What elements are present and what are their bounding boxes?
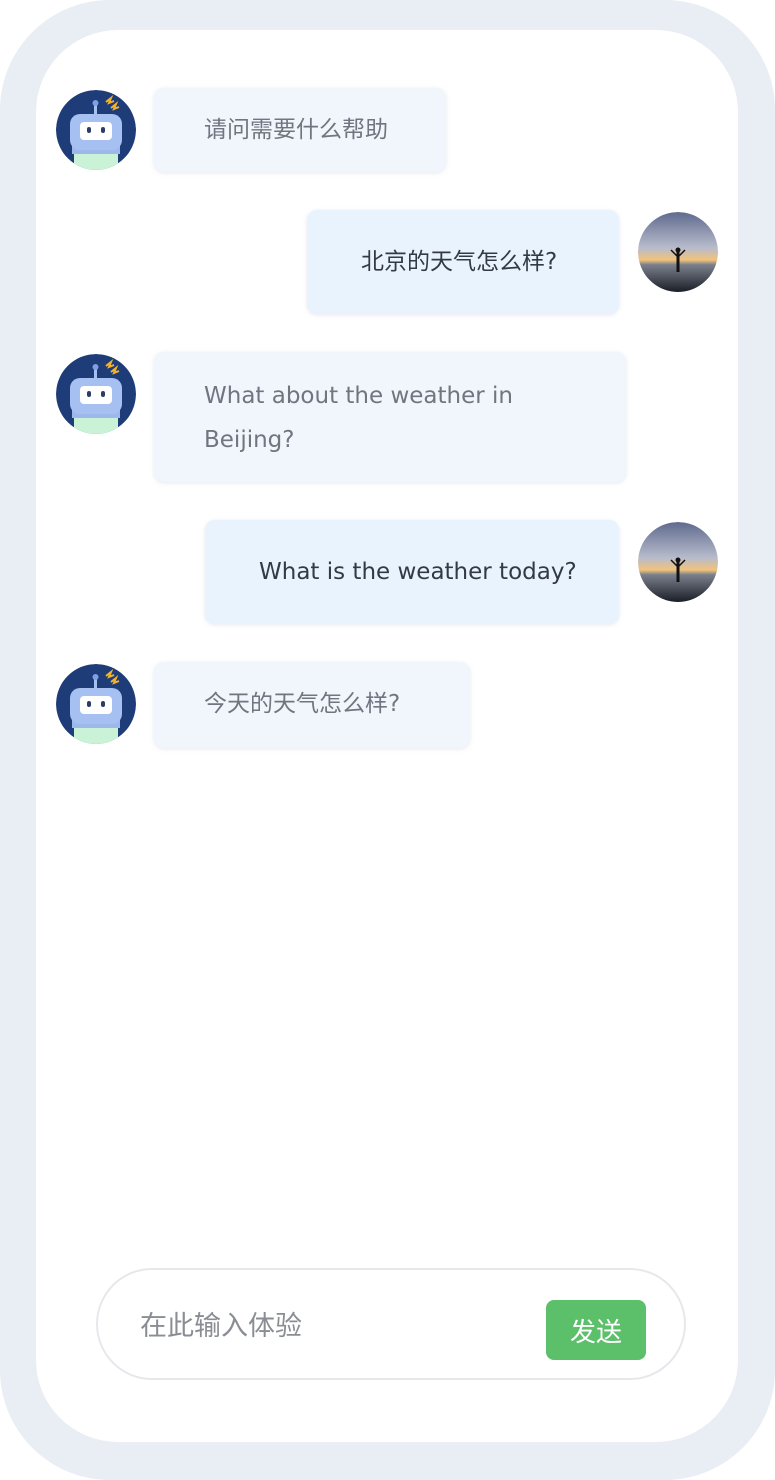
- send-button[interactable]: 发送: [546, 1300, 646, 1360]
- user-avatar: [638, 212, 718, 292]
- bot-bubble: 请问需要什么帮助: [154, 88, 446, 172]
- user-photo-avatar: [638, 212, 718, 292]
- user-avatar: [638, 522, 718, 602]
- message-text: 北京的天气怎么样?: [361, 249, 558, 275]
- phone-frame: 请问需要什么帮助 北京的天气怎么样? What about the weathe…: [0, 0, 775, 1480]
- message-text: What is the weather today?: [259, 559, 577, 585]
- robot-avatar-icon: [56, 664, 136, 744]
- chat-screen: 请问需要什么帮助 北京的天气怎么样? What about the weathe…: [36, 30, 738, 1442]
- message-text: 今天的天气怎么样?: [204, 691, 401, 717]
- robot-avatar-icon: [56, 354, 136, 434]
- message-text-line-2: Beijing?: [204, 427, 295, 453]
- message-text: 请问需要什么帮助: [204, 117, 388, 143]
- bot-avatar: [56, 664, 136, 744]
- robot-avatar-icon: [56, 90, 136, 170]
- user-bubble: What is the weather today?: [205, 520, 619, 624]
- message-composer: 发送: [96, 1268, 686, 1380]
- bot-avatar: [56, 354, 136, 434]
- user-bubble: 北京的天气怎么样?: [307, 210, 619, 314]
- bot-bubble: What about the weather in Beijing?: [154, 352, 626, 482]
- message-input[interactable]: [138, 1300, 522, 1352]
- message-text-line-1: What about the weather in: [204, 383, 514, 409]
- user-photo-avatar: [638, 522, 718, 602]
- bot-avatar: [56, 90, 136, 170]
- bot-bubble: 今天的天气怎么样?: [154, 662, 470, 748]
